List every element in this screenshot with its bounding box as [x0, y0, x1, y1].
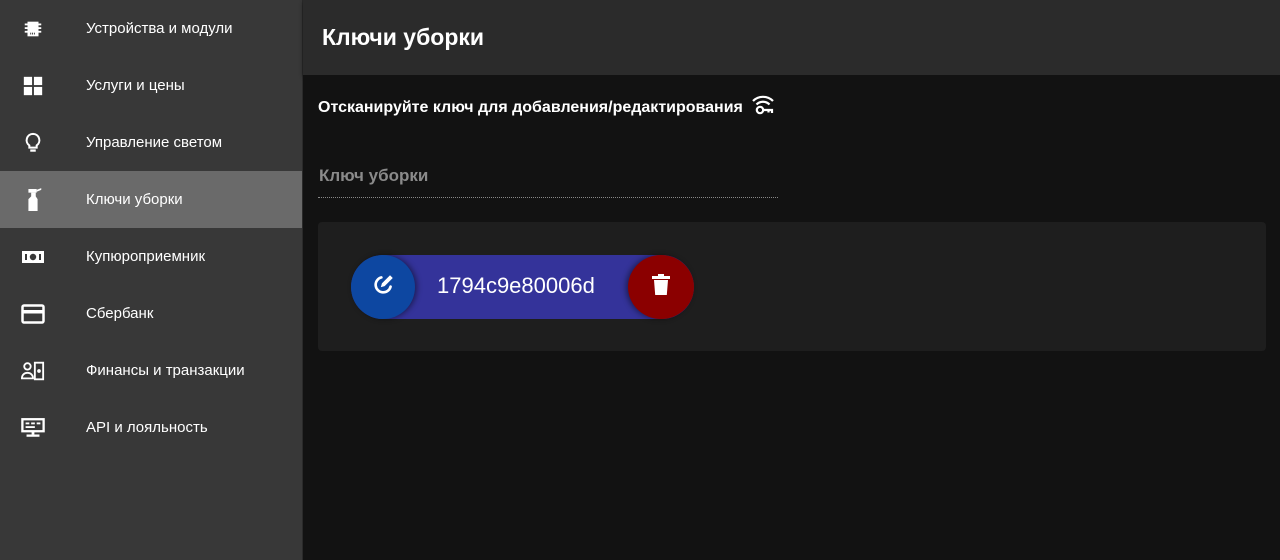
main-content: Отсканируйте ключ для добавления/редакти…	[303, 75, 1280, 560]
scan-hint-text: Отсканируйте ключ для добавления/редакти…	[318, 98, 743, 116]
cleaning-key-field	[318, 161, 779, 198]
keys-card: 1794c9e80006d	[318, 222, 1266, 351]
sidebar: Устройства и модули Услуги и цены Управл…	[0, 0, 303, 560]
grid-icon	[21, 74, 45, 98]
sidebar-item-sberbank[interactable]: Сбербанк	[0, 285, 302, 342]
sidebar-item-api[interactable]: API и лояльность	[0, 399, 302, 456]
sidebar-item-devices[interactable]: Устройства и модули	[0, 0, 302, 57]
lightbulb-icon	[21, 131, 45, 155]
sidebar-item-bill-acceptor[interactable]: Купюроприемник	[0, 228, 302, 285]
trash-icon	[651, 273, 671, 302]
key-chip: 1794c9e80006d	[351, 255, 694, 319]
sidebar-item-label: Ключи уборки	[86, 191, 183, 208]
sidebar-item-label: API и лояльность	[86, 419, 208, 436]
edit-icon	[370, 272, 396, 303]
page-title: Ключи уборки	[322, 24, 485, 50]
chip-icon	[21, 17, 45, 41]
app-root: Устройства и модули Услуги и цены Управл…	[0, 0, 1280, 560]
cleaning-key-input[interactable]	[318, 161, 779, 191]
banknote-icon	[21, 245, 45, 269]
sidebar-item-services[interactable]: Услуги и цены	[0, 57, 302, 114]
credit-card-icon	[21, 302, 45, 326]
sidebar-item-label: Устройства и модули	[86, 20, 233, 37]
wifi-key-icon	[751, 94, 775, 121]
page-header: Ключи уборки	[303, 0, 1280, 75]
sidebar-item-label: Управление светом	[86, 134, 223, 151]
account-cash-icon	[21, 359, 45, 383]
delete-key-button[interactable]	[628, 255, 694, 319]
sidebar-item-label: Услуги и цены	[86, 77, 185, 94]
edit-key-button[interactable]	[351, 255, 415, 319]
spray-bottle-icon	[21, 187, 45, 212]
sidebar-item-label: Сбербанк	[86, 305, 154, 322]
sidebar-item-lighting[interactable]: Управление светом	[0, 114, 302, 171]
scan-hint: Отсканируйте ключ для добавления/редакти…	[318, 94, 775, 121]
sidebar-item-label: Купюроприемник	[86, 248, 206, 265]
sidebar-item-cleaning-keys[interactable]: Ключи уборки	[0, 171, 302, 228]
sidebar-item-finance[interactable]: Финансы и транзакции	[0, 342, 302, 399]
key-value: 1794c9e80006d	[437, 273, 595, 298]
api-monitor-icon	[21, 416, 45, 440]
sidebar-item-label: Финансы и транзакции	[86, 362, 245, 379]
